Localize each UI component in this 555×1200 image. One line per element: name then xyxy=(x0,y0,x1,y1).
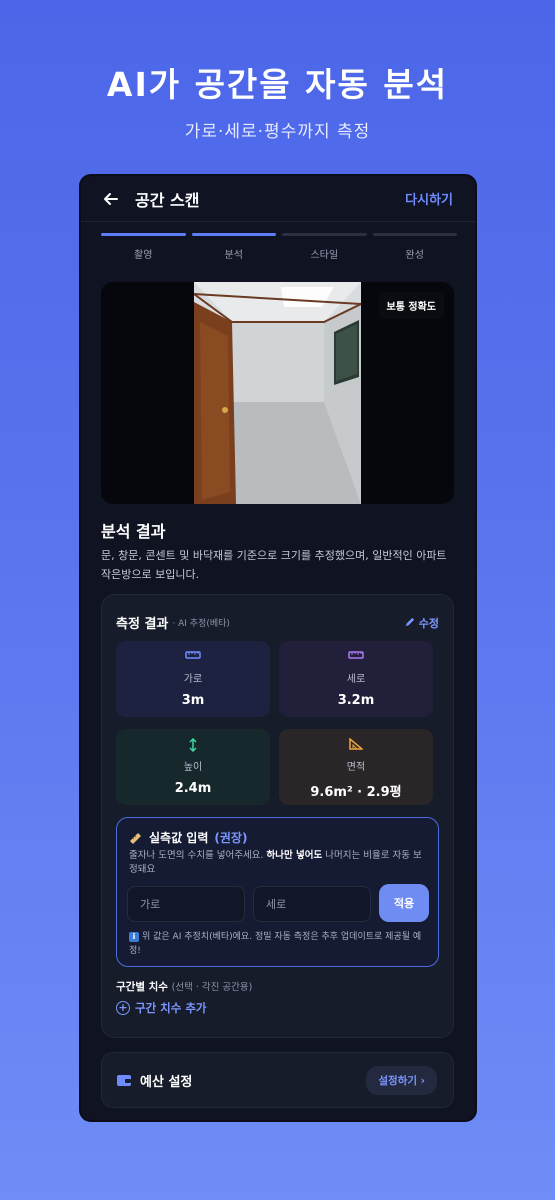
hero-title: AI가 공간을 자동 분석 xyxy=(106,65,449,104)
room-photo-frame: 보통 정확도 xyxy=(101,282,454,504)
step-capture: 촬영 xyxy=(101,233,186,261)
phone-screen: 공간 스캔 다시하기 촬영 분석 스타일 완성 보통 정확도 분석 결과 문, … xyxy=(79,174,477,1122)
area-value: 9.6m² · 2.9평 xyxy=(310,785,402,800)
screen-title: 공간 스캔 xyxy=(135,190,200,210)
measurement-header: 측정 결과 · AI 추정(베타) 수정 xyxy=(116,613,439,633)
add-segment-button[interactable]: + 구간 치수 추가 xyxy=(116,1000,207,1016)
app-bar: 공간 스캔 다시하기 xyxy=(81,176,475,222)
back-arrow-icon[interactable] xyxy=(103,191,119,207)
info-icon: i xyxy=(129,932,139,942)
manual-input-box: 실측값 입력 (권장) 줄자나 도면의 수치를 넣어주세요. 하나만 넣어도 나… xyxy=(116,817,439,967)
step-analyze: 분석 xyxy=(191,233,276,261)
room-photo xyxy=(194,282,361,504)
edit-label: 수정 xyxy=(418,616,439,630)
depth-tile: 세로 3.2m xyxy=(279,641,433,717)
triangle-ruler-icon xyxy=(349,738,363,750)
progress-steps: 촬영 분석 스타일 완성 xyxy=(101,233,457,261)
step-complete: 완성 xyxy=(372,233,457,261)
depth-value: 3.2m xyxy=(337,693,375,708)
area-tile: 면적 9.6m² · 2.9평 xyxy=(279,729,433,805)
add-segment-label: 구간 치수 추가 xyxy=(135,1001,207,1015)
step-bar xyxy=(282,233,367,236)
height-arrows-icon xyxy=(189,738,197,752)
measurement-card: 측정 결과 · AI 추정(베타) 수정 가로 3m 세로 3.2m 높이 2.… xyxy=(101,594,454,1038)
edit-button[interactable]: 수정 xyxy=(404,615,439,631)
height-label: 높이 xyxy=(183,762,203,773)
area-label: 면적 xyxy=(346,762,366,773)
manual-input-label: 실측값 입력 xyxy=(149,831,209,845)
step-bar xyxy=(191,233,276,236)
height-value: 2.4m xyxy=(174,781,212,796)
manual-input-title: 실측값 입력 (권장) xyxy=(129,829,247,846)
step-label: 촬영 xyxy=(134,250,153,261)
depth-input[interactable] xyxy=(253,886,371,922)
ai-beta-tag: · AI 추정(베타) xyxy=(172,619,230,629)
step-bar xyxy=(101,233,186,236)
beta-note: i위 값은 AI 추정치(베타)에요. 정밀 자동 측정은 추후 업데이트로 제… xyxy=(129,932,422,956)
ruler-icon xyxy=(130,832,141,844)
step-style: 스타일 xyxy=(282,233,367,261)
hero-subtitle: 가로·세로·평수까지 측정 xyxy=(184,122,371,142)
step-label: 스타일 xyxy=(310,250,339,261)
width-label: 가로 xyxy=(183,674,203,685)
ruler-icon xyxy=(348,651,364,659)
ruler-icon xyxy=(185,651,201,659)
height-tile: 높이 2.4m xyxy=(116,729,270,805)
depth-label: 세로 xyxy=(346,674,366,685)
analysis-description: 문, 창문, 콘센트 및 바닥재를 기준으로 크기를 추정했으며, 일반적인 아… xyxy=(101,549,447,581)
retry-button[interactable]: 다시하기 xyxy=(405,189,453,208)
width-tile: 가로 3m xyxy=(116,641,270,717)
pencil-icon xyxy=(405,617,414,627)
recommended-tag: (권장) xyxy=(214,831,248,845)
segment-label: 구간별 치수 (선택 · 각진 공간용) xyxy=(116,981,253,993)
step-label: 완성 xyxy=(405,250,424,261)
manual-input-description: 줄자나 도면의 수치를 넣어주세요. 하나만 넣어도 나머지는 비율로 자동 보… xyxy=(129,850,422,875)
budget-setup-button[interactable]: 설정하기 › xyxy=(366,1065,437,1095)
plus-circle-icon: + xyxy=(116,1001,130,1015)
step-label: 분석 xyxy=(224,250,243,261)
width-value: 3m xyxy=(181,693,205,708)
width-input[interactable] xyxy=(127,886,245,922)
measurement-title: 측정 결과 xyxy=(116,617,169,632)
analysis-title: 분석 결과 xyxy=(101,522,166,541)
step-bar xyxy=(372,233,457,236)
accuracy-badge: 보통 정확도 xyxy=(378,292,444,319)
budget-card[interactable]: 예산 설정 설정하기 › xyxy=(101,1052,454,1108)
apply-button[interactable]: 적용 xyxy=(379,884,429,922)
wallet-icon xyxy=(117,1075,131,1086)
budget-title: 예산 설정 xyxy=(140,1074,193,1090)
